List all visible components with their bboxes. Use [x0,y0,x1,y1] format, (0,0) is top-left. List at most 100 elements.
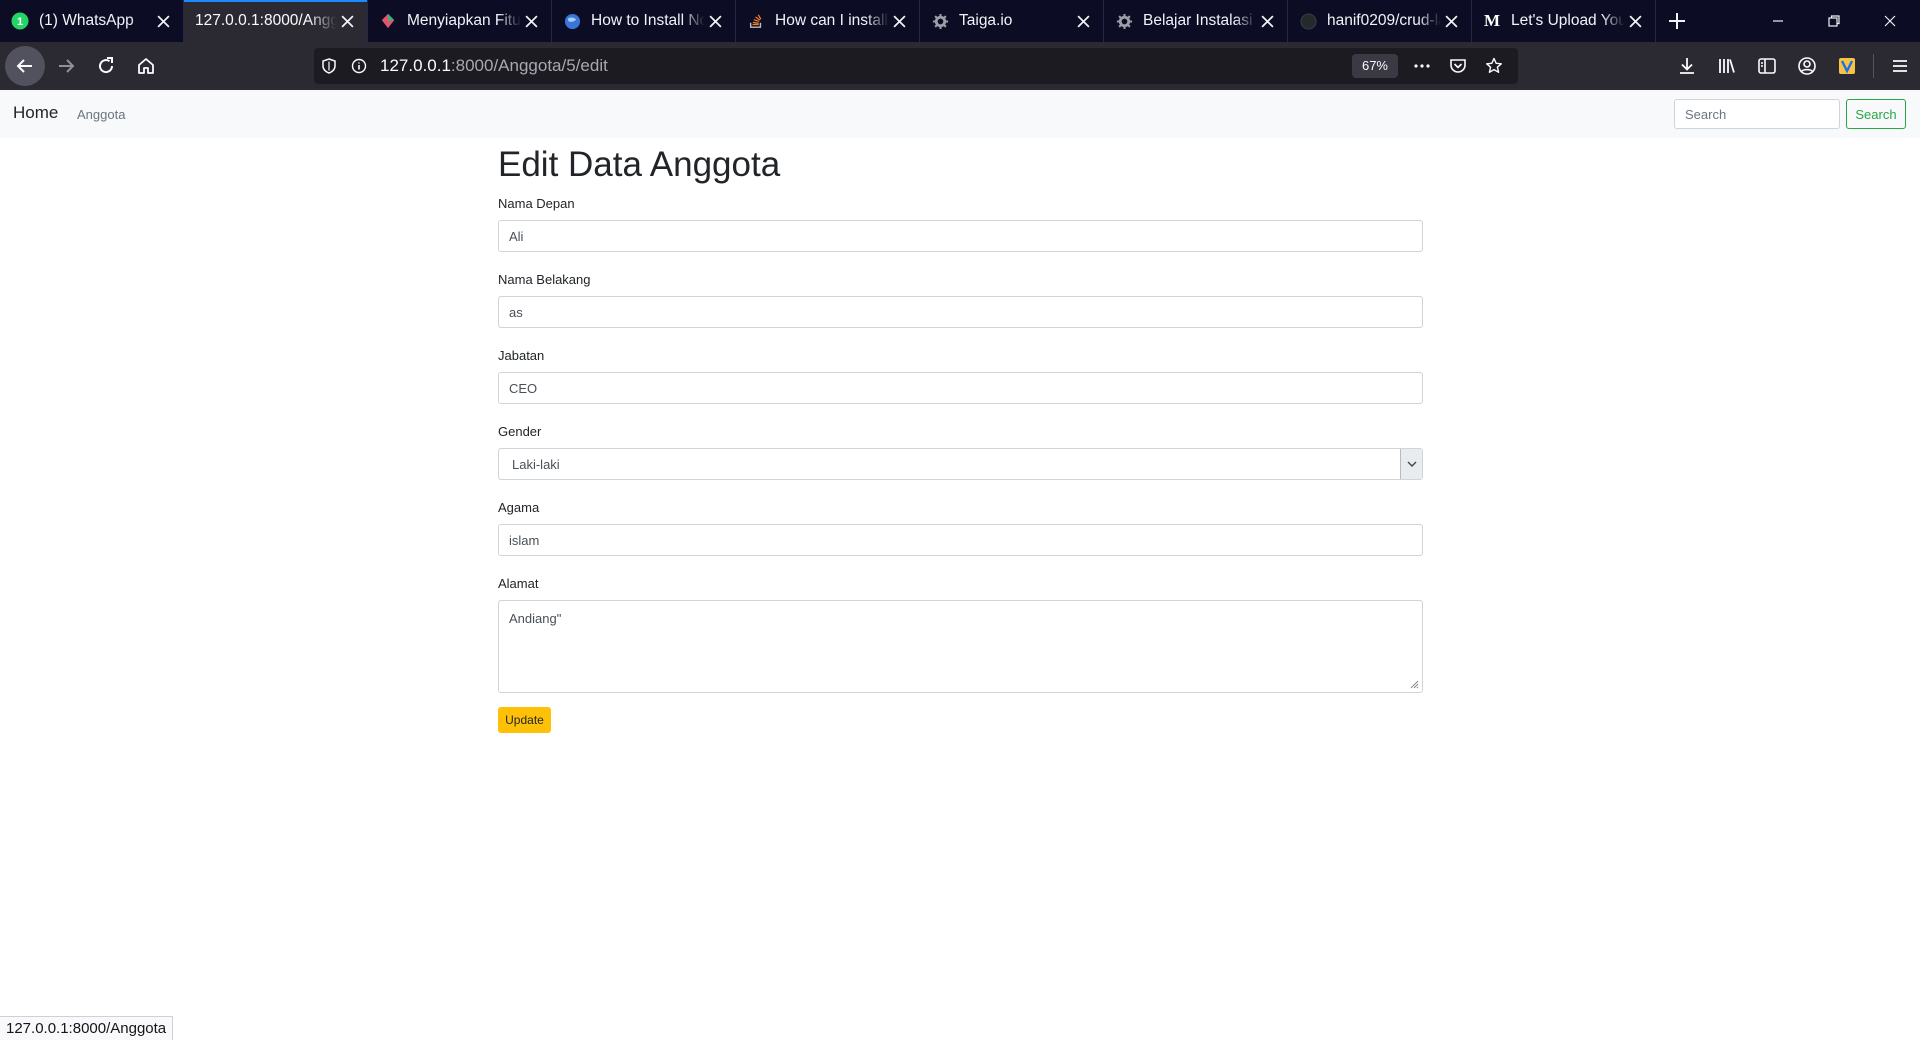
jabatan-input[interactable]: CEO [498,372,1423,404]
tab-taiga[interactable]: Taiga.io [920,0,1104,42]
field-alamat: Alamat Andiang" [498,574,1423,693]
textarea-value: Andiang" [509,611,562,626]
tab-anggota-edit[interactable]: 127.0.0.1:8000/Anggota/5/edit [184,0,368,42]
nav-link-anggota[interactable]: Anggota [77,107,125,122]
forward-button[interactable] [46,46,86,86]
close-icon [1884,15,1896,27]
extension-icon[interactable] [1827,46,1867,86]
page-actions-icon[interactable] [1404,48,1440,84]
stackoverflow-icon [747,12,765,30]
url-text[interactable]: 127.0.0.1:8000/Anggota/5/edit [380,56,608,76]
site-navbar: Home Anggota Search [0,90,1920,138]
alamat-textarea[interactable]: Andiang" [498,600,1423,693]
arrow-right-icon [59,59,75,73]
globe-icon [563,12,581,30]
close-icon[interactable] [1441,11,1461,31]
field-label: Nama Depan [498,196,575,211]
whatsapp-icon: 1 [11,12,29,30]
chevron-down-icon[interactable] [1400,449,1422,479]
info-icon[interactable] [344,48,374,84]
update-button[interactable]: Update [498,707,551,733]
svg-text:1: 1 [17,16,23,28]
tab-title: hanif0209/crud-laravel [1327,12,1441,29]
close-icon[interactable] [889,11,909,31]
status-bar-link: 127.0.0.1:8000/Anggota [0,1016,174,1040]
field-agama: Agama islam [498,498,1423,556]
close-icon[interactable] [1625,11,1645,31]
agama-input[interactable]: islam [498,524,1423,556]
account-icon[interactable] [1787,46,1827,86]
shield-icon[interactable] [314,48,344,84]
gender-select[interactable]: Laki-laki [498,448,1423,480]
gear-icon [1115,12,1133,30]
field-nama-belakang: Nama Belakang as [498,270,1423,328]
zoom-indicator[interactable]: 67% [1351,54,1398,78]
tab-how-to-install[interactable]: How to Install Node [552,0,736,42]
tab-title: 127.0.0.1:8000/Anggota/5/edit [195,12,337,29]
tab-title: Taiga.io [959,12,1013,29]
input-value: CEO [509,380,538,396]
minimize-icon [1773,20,1783,22]
home-icon [138,58,154,74]
nama-belakang-input[interactable]: as [498,296,1423,328]
navbar-brand-home[interactable]: Home [13,103,58,123]
close-icon[interactable] [521,11,541,31]
resize-grip-icon[interactable] [1409,679,1419,689]
tab-how-can-i-install[interactable]: How can I install [736,0,920,42]
tab-title: How to Install Node [591,12,705,29]
tab-strip: 1 (1) WhatsApp 127.0.0.1:8000/Anggota/5/… [0,0,1920,42]
close-icon[interactable] [1257,11,1277,31]
select-value: Laki-laki [512,456,560,472]
close-icon[interactable] [153,11,173,31]
tab-title: How can I install [775,12,888,29]
url-host: 127.0.0.1 [380,56,451,75]
field-jabatan: Jabatan CEO [498,346,1423,404]
page-title: Edit Data Anggota [498,145,781,184]
lens-icon [379,12,397,30]
field-label: Alamat [498,576,539,591]
url-path: :8000/Anggota/5/edit [450,56,608,75]
restore-button[interactable] [1806,0,1862,42]
field-label: Jabatan [498,348,545,363]
back-button[interactable] [5,46,45,86]
pocket-icon[interactable] [1440,48,1476,84]
sidebar-icon[interactable] [1747,46,1787,86]
browser-toolbar: 127.0.0.1:8000/Anggota/5/edit 67% [0,42,1920,90]
new-tab-button[interactable] [1656,0,1698,42]
edit-form-container: Edit Data Anggota Nama Depan Ali Nama Be… [498,138,1423,733]
nama-depan-input[interactable]: Ali [498,220,1423,252]
menu-icon[interactable] [1880,46,1920,86]
address-bar[interactable]: 127.0.0.1:8000/Anggota/5/edit 67% [314,48,1518,84]
tab-menyiapkan-fitur[interactable]: Menyiapkan Fitur [368,0,552,42]
plus-icon [1669,13,1685,29]
tab-belajar-instalasi[interactable]: Belajar Instalasi [1104,0,1288,42]
field-gender: Gender Laki-laki [498,422,1423,480]
input-value: as [509,304,523,320]
minimize-button[interactable] [1750,0,1806,42]
home-button[interactable] [126,46,166,86]
download-icon[interactable] [1667,46,1707,86]
bookmark-star-icon[interactable] [1476,48,1512,84]
tab-title: Menyiapkan Fitur [407,12,521,29]
tab-lets-upload[interactable]: M Let's Upload Your [1472,0,1656,42]
search-button[interactable]: Search [1846,99,1906,129]
search-input[interactable] [1674,99,1840,129]
medium-icon: M [1483,11,1501,30]
tab-title: Belajar Instalasi [1143,12,1253,29]
close-icon[interactable] [337,11,357,31]
input-value: islam [509,532,540,548]
tab-whatsapp[interactable]: 1 (1) WhatsApp [0,0,184,42]
window-close-button[interactable] [1862,0,1918,42]
field-label: Agama [498,500,540,515]
tab-title: Let's Upload Your [1511,12,1625,29]
tab-title: (1) WhatsApp [39,12,134,29]
field-label: Gender [498,424,542,439]
library-icon[interactable] [1707,46,1747,86]
input-value: Ali [509,228,524,244]
restore-icon [1828,15,1840,27]
close-icon[interactable] [1073,11,1093,31]
gear-icon [931,12,949,30]
tab-github-crud[interactable]: hanif0209/crud-laravel [1288,0,1472,42]
reload-button[interactable] [86,46,126,86]
close-icon[interactable] [705,11,725,31]
